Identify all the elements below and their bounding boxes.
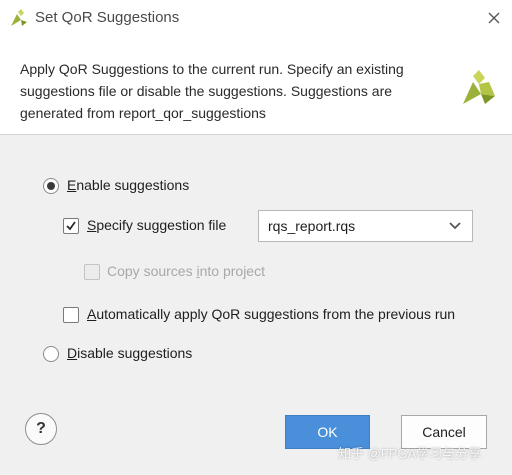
auto-apply-checkbox[interactable] xyxy=(63,307,79,323)
disable-suggestions-radio[interactable] xyxy=(43,346,59,362)
description-panel: Apply QoR Suggestions to the current run… xyxy=(0,36,512,135)
combo-value: rqs_report.rqs xyxy=(268,218,356,234)
copy-sources-checkbox[interactable] xyxy=(84,264,100,280)
suggestion-file-combo[interactable]: rqs_report.rqs xyxy=(258,210,473,242)
enable-suggestions-label[interactable]: Enable suggestions xyxy=(67,177,189,193)
vivado-logo-icon xyxy=(463,70,495,104)
specify-suggestion-file-checkbox[interactable] xyxy=(63,218,79,234)
chevron-down-icon[interactable] xyxy=(449,222,461,230)
auto-apply-label[interactable]: Automatically apply QoR suggestions from… xyxy=(87,306,455,322)
close-icon[interactable] xyxy=(484,8,504,28)
watermark: 知乎 @FPGA学习与分享 xyxy=(338,446,482,461)
window-title: Set QoR Suggestions xyxy=(35,9,180,26)
copy-sources-label: Copy sources into project xyxy=(107,263,265,279)
disable-suggestions-label[interactable]: Disable suggestions xyxy=(67,345,192,361)
help-button[interactable]: ? xyxy=(25,413,57,445)
specify-suggestion-file-label[interactable]: Specify suggestion file xyxy=(87,217,226,233)
vivado-logo-icon xyxy=(11,9,27,26)
checkmark-icon xyxy=(66,221,76,231)
enable-suggestions-radio[interactable] xyxy=(43,178,59,194)
title-bar: Set QoR Suggestions xyxy=(0,0,512,36)
dialog-description: Apply QoR Suggestions to the current run… xyxy=(20,61,404,121)
